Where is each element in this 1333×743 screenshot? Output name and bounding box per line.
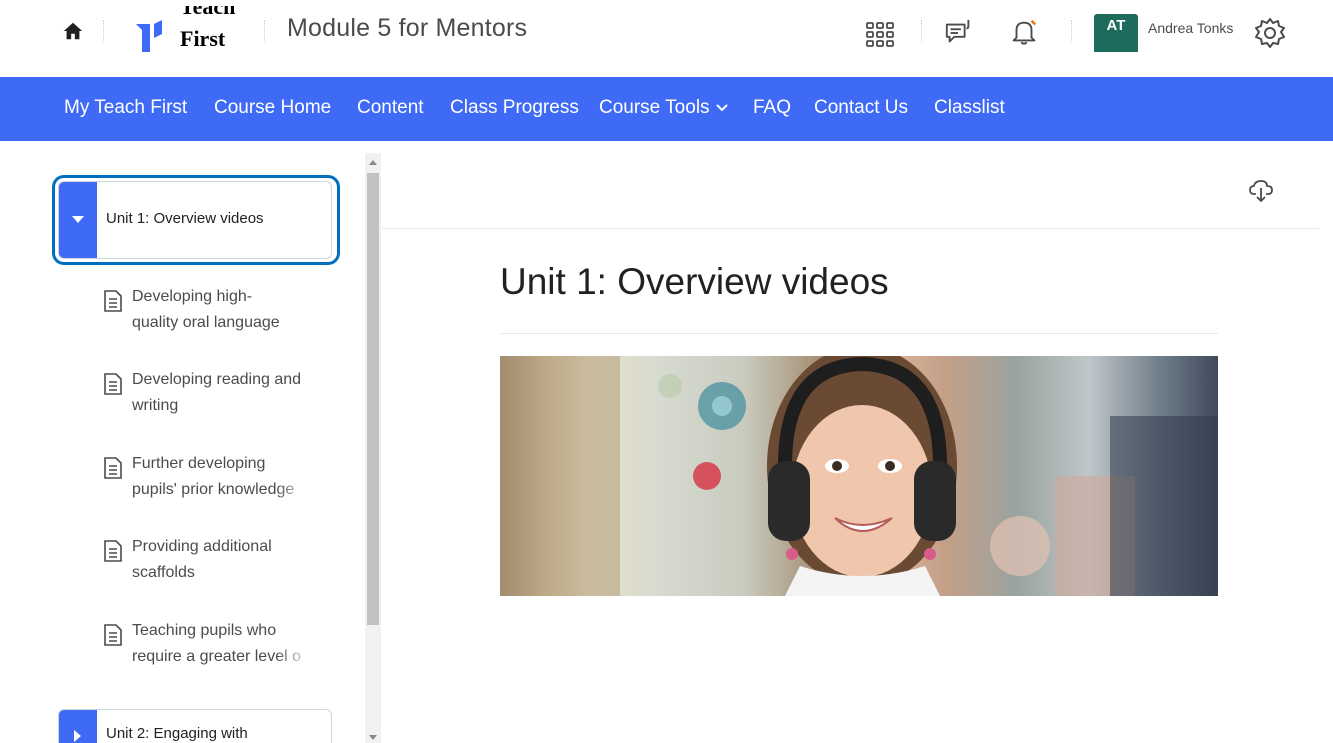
topic-line2: pupils' prior knowledge [132, 481, 295, 498]
document-icon [104, 373, 122, 395]
sidebar-unit-label: Unit 2: Engaging with [106, 725, 248, 742]
scroll-down-icon[interactable] [369, 733, 377, 741]
document-icon [104, 540, 122, 562]
bell-icon[interactable] [1009, 17, 1039, 47]
topic-line1: Developing high- [132, 288, 253, 305]
separator [264, 20, 265, 42]
sidebar-unit-label: Unit 1: Overview videos [106, 210, 264, 227]
nav-contact-us[interactable]: Contact Us [814, 97, 908, 119]
document-icon [104, 290, 122, 312]
sidebar-unit-2[interactable]: Unit 2: Engaging with [58, 709, 332, 743]
page-title: Unit 1: Overview videos [500, 261, 889, 302]
nav-faq[interactable]: FAQ [753, 97, 791, 119]
topic-line2: writing [132, 397, 179, 414]
nav-course-tools[interactable]: Course Tools [599, 97, 728, 119]
document-icon [104, 457, 122, 479]
separator [921, 20, 922, 42]
topic-line2: require a greater level o [132, 648, 301, 665]
cloud-download-icon[interactable] [1249, 179, 1273, 203]
separator [1071, 20, 1072, 42]
topic-line2: quality oral language [132, 314, 280, 331]
home-icon[interactable] [62, 20, 84, 42]
hero-image [500, 356, 1218, 596]
caret-right-icon [74, 730, 81, 742]
nav-course-home[interactable]: Course Home [214, 97, 331, 119]
course-title[interactable]: Module 5 for Mentors [287, 14, 527, 43]
nav-content[interactable]: Content [357, 97, 424, 119]
nav-classlist[interactable]: Classlist [934, 97, 1005, 119]
document-icon [104, 624, 122, 646]
sidebar-scroll-thumb[interactable] [367, 173, 379, 625]
user-name[interactable]: Andrea Tonks [1148, 20, 1233, 36]
main-content: Unit 1: Overview videos [382, 141, 1333, 743]
logo-text-first: First [180, 26, 226, 51]
divider [382, 228, 1319, 229]
nav-class-progress[interactable]: Class Progress [450, 97, 579, 119]
logo-text-teach: Teach [180, 6, 235, 18]
topic-line1: Further developing [132, 455, 266, 472]
child-with-headphones-image [500, 356, 1218, 596]
logo-mark-icon [136, 20, 162, 52]
apps-grid-icon[interactable] [865, 20, 895, 50]
scroll-up-icon[interactable] [369, 159, 377, 167]
nav-course-tools-label: Course Tools [599, 97, 710, 118]
topic-line1: Providing additional [132, 538, 272, 555]
top-header: Teach First Module 5 for Mentors AT Andr… [0, 0, 1333, 77]
chat-icon[interactable] [944, 18, 974, 48]
topic-line1: Developing reading and [132, 371, 302, 388]
caret-down-icon [72, 216, 84, 223]
avatar[interactable]: AT [1094, 14, 1138, 52]
topic-line1: Teaching pupils who [132, 622, 277, 639]
gear-icon[interactable] [1253, 16, 1287, 50]
divider [500, 333, 1218, 334]
separator [103, 20, 104, 42]
content-sidebar: Unit 1: Overview videos Developing high-… [0, 141, 382, 743]
sidebar-unit-1[interactable]: Unit 1: Overview videos [58, 181, 332, 259]
course-navbar: My Teach First Course Home Content Class… [0, 77, 1333, 141]
nav-my-teach-first[interactable]: My Teach First [64, 97, 187, 119]
teach-first-logo[interactable]: Teach First [128, 6, 248, 54]
chevron-down-icon [715, 104, 728, 112]
topic-line2: scaffolds [132, 564, 195, 581]
